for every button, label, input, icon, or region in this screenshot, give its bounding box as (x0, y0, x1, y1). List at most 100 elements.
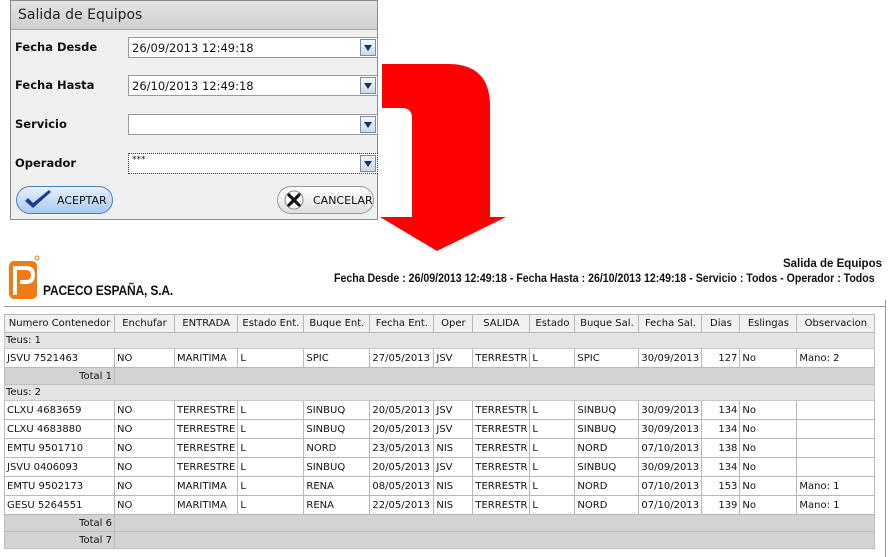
column-header: Eslingas (739, 314, 798, 333)
table-cell: L (529, 400, 576, 420)
table-cell: 153 (701, 476, 741, 496)
table-cell: NORD (574, 476, 640, 496)
dialog-title: Salida de Equipos (11, 1, 377, 30)
total-row: Total 1 (4, 367, 876, 385)
table-cell: SINBUQ (303, 457, 371, 477)
table-cell: JSVU 7521463 (4, 348, 115, 368)
accept-button[interactable]: ACEPTAR (16, 186, 113, 214)
table-cell: Mano: 2 (796, 348, 876, 368)
fecha-hasta-picker[interactable]: 26/10/2013 12:49:18 (128, 75, 378, 96)
salida-equipos-dialog: Salida de Equipos Fecha Desde 26/09/2013… (10, 0, 378, 220)
table-cell: No (739, 400, 798, 420)
chevron-down-icon[interactable] (360, 116, 376, 133)
table-cell: 27/05/2013 (369, 348, 435, 368)
table-cell: TERRESTR (472, 348, 531, 368)
operador-select[interactable]: *** (128, 153, 378, 174)
table-cell: TERRESTR (472, 419, 531, 439)
group-header-row: Teus: 2 (3, 384, 876, 401)
table-cell: 138 (701, 438, 741, 458)
report-table: Numero Contenedor Enchufar ENTRADA Estado E… (3, 314, 876, 549)
column-header: Numero Contenedor (4, 314, 115, 333)
table-cell: JSVU 0406093 (4, 457, 115, 477)
table-cell: TERRESTR (472, 457, 531, 477)
down-arrow-icon (380, 64, 506, 251)
table-row: EMTU 9501710 NO TERRESTRE L NORD 23/05/2013 NI… (4, 438, 876, 458)
table-cell: EMTU 9502173 (4, 476, 115, 496)
table-cell (796, 419, 876, 439)
table-cell: 07/10/2013 (638, 438, 703, 458)
checkmark-icon (25, 190, 51, 208)
table-cell: SPIC (574, 348, 640, 368)
operador-row: Operador *** (15, 153, 378, 175)
table-cell: L (237, 457, 305, 477)
table-cell: TERRESTRE (173, 457, 239, 477)
column-header: Buque Sal. (574, 314, 640, 333)
chevron-down-icon[interactable] (360, 39, 376, 56)
servicio-select[interactable] (128, 114, 378, 135)
table-cell: SPIC (303, 348, 371, 368)
table-cell: TERRESTR (472, 400, 531, 420)
table-cell: L (237, 438, 305, 458)
table-cell: TERRESTR (472, 476, 531, 496)
table-cell: 23/05/2013 (369, 438, 435, 458)
table-cell: Mano: 1 (796, 495, 876, 515)
chevron-down-icon[interactable] (360, 77, 376, 94)
table-cell: No (739, 495, 798, 515)
column-header: Buque Ent. (303, 314, 371, 333)
operador-label: Operador (15, 156, 77, 170)
group-label: Teus: 1 (3, 332, 876, 349)
column-header: ENTRADA (173, 314, 239, 333)
table-cell: L (237, 348, 305, 368)
table-cell: L (529, 457, 576, 477)
table-cell: GESU 5264551 (4, 495, 115, 515)
table-cell: TERRESTRE (173, 419, 239, 439)
table-cell: MARITIMA (173, 476, 239, 496)
table-cell (796, 438, 876, 458)
table-cell: L (529, 419, 576, 439)
chevron-down-icon[interactable] (360, 155, 376, 172)
table-cell: TERRESTRE (173, 400, 239, 420)
table-cell: CLXU 4683659 (4, 400, 115, 420)
table-cell: NO (114, 457, 175, 477)
column-header: Estado Ent. (237, 314, 305, 333)
table-cell: EMTU 9501710 (4, 438, 115, 458)
table-cell: 139 (701, 495, 741, 515)
company-name: PACECO ESPAÑA, S.A. (43, 282, 174, 298)
table-cell: 134 (701, 419, 741, 439)
table-cell: TERRESTR (472, 495, 531, 515)
table-cell: JSV (433, 457, 474, 477)
table-cell: 20/05/2013 (369, 419, 435, 439)
fecha-desde-picker[interactable]: 26/09/2013 12:49:18 (128, 37, 378, 58)
table-row: CLXU 4683659 NO TERRESTRE L SINBUQ 20/05/2013… (4, 400, 876, 420)
table-cell: JSV (433, 400, 474, 420)
table-cell: L (529, 476, 576, 496)
table-cell: JSV (433, 348, 474, 368)
table-cell: 30/09/2013 (638, 348, 703, 368)
column-header: Observacion (796, 314, 876, 333)
fecha-desde-label: Fecha Desde (15, 40, 98, 54)
servicio-row: Servicio (15, 114, 378, 136)
fecha-hasta-value: 26/10/2013 12:49:18 (132, 79, 254, 93)
table-cell: 134 (701, 457, 741, 477)
table-row: EMTU 9502173 NO MARITIMA L RENA 08/05/2013 NIS… (4, 476, 876, 496)
cancel-button[interactable]: CANCELAR (277, 186, 374, 214)
table-header: Numero Contenedor Enchufar ENTRADA Estado E… (4, 314, 876, 333)
table-cell: L (237, 419, 305, 439)
close-icon (284, 190, 304, 210)
report-title: Salida de Equipos (782, 258, 882, 270)
table-cell: 20/05/2013 (369, 400, 435, 420)
column-header: Fecha Ent. (369, 314, 435, 333)
group-header-row: Teus: 1 (3, 332, 876, 349)
table-cell: SINBUQ (303, 400, 371, 420)
table-cell: NO (114, 348, 175, 368)
table-cell: L (237, 400, 305, 420)
group-label: Teus: 2 (3, 384, 876, 401)
table-cell: 30/09/2013 (638, 457, 703, 477)
table-cell: NORD (574, 438, 640, 458)
paceco-logo-icon (9, 255, 40, 299)
table-cell: NIS (433, 476, 474, 496)
table-row: JSVU 0406093 NO TERRESTRE L SINBUQ 20/05/2013… (4, 457, 876, 477)
table-cell: L (529, 495, 576, 515)
table-cell: RENA (303, 495, 371, 515)
table-cell: L (529, 438, 576, 458)
